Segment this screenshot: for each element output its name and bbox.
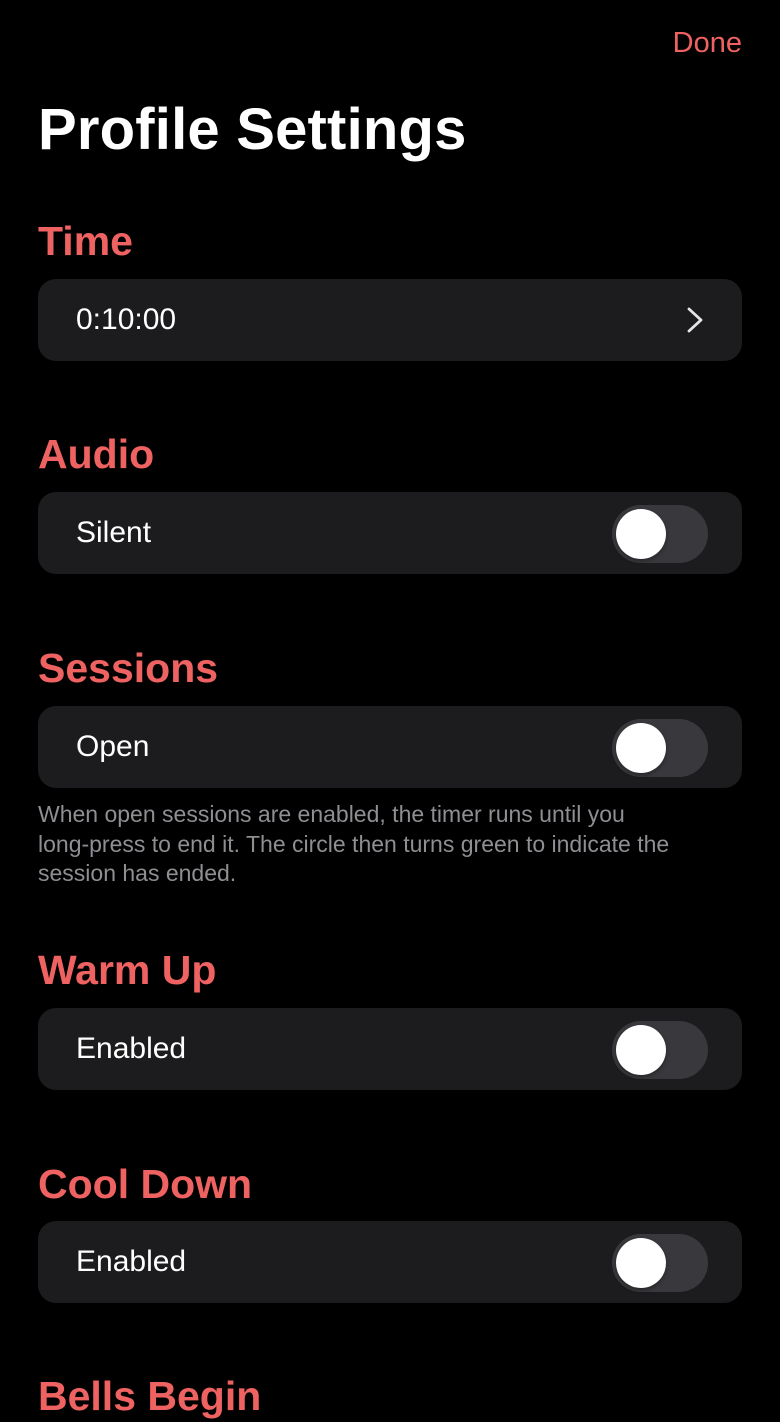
toggle-knob (616, 1238, 666, 1288)
done-button[interactable]: Done (673, 24, 742, 62)
silent-toggle[interactable] (612, 505, 708, 563)
toggle-knob (616, 723, 666, 773)
cool-down-toggle[interactable] (612, 1234, 708, 1292)
cool-down-enabled-label: Enabled (76, 1245, 187, 1278)
time-value: 0:10:00 (76, 303, 177, 336)
section-title-cool-down: Cool Down (38, 1161, 253, 1207)
toggle-knob (616, 1025, 666, 1075)
open-sessions-toggle[interactable] (612, 719, 708, 777)
section-title-sessions: Sessions (38, 645, 219, 691)
section-title-bells-partial: Bells Begin (38, 1373, 262, 1419)
warm-up-toggle[interactable] (612, 1021, 708, 1079)
sessions-footnote: When open sessions are enabled, the time… (38, 801, 670, 886)
open-row: Open (38, 706, 742, 788)
warm-up-enabled-row: Enabled (38, 1008, 742, 1090)
warm-up-enabled-label: Enabled (76, 1032, 187, 1065)
open-label: Open (76, 730, 150, 763)
section-title-warm-up: Warm Up (38, 947, 217, 993)
time-row[interactable]: 0:10:00 (38, 279, 742, 361)
section-title-audio: Audio (38, 431, 155, 477)
silent-label: Silent (76, 516, 152, 549)
toggle-knob (616, 509, 666, 559)
chevron-right-icon (687, 307, 703, 333)
page-title: Profile Settings (38, 97, 467, 162)
cool-down-enabled-row: Enabled (38, 1221, 742, 1303)
section-title-time: Time (38, 218, 133, 264)
silent-row: Silent (38, 492, 742, 574)
